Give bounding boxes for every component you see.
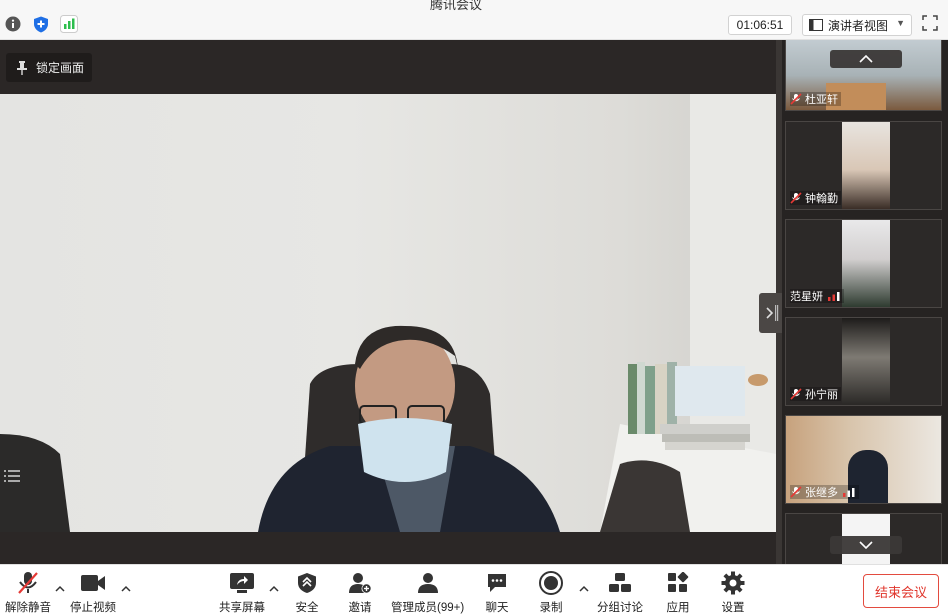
- participant-name-tag: 杜亚轩: [790, 92, 841, 106]
- shield-icon[interactable]: [32, 15, 50, 33]
- manage-members-button[interactable]: 管理成员(99+): [391, 571, 464, 615]
- meeting-timer: 01:06:51: [728, 15, 792, 35]
- window-title: 腾讯会议: [430, 0, 483, 12]
- audio-level-icon: [828, 292, 840, 301]
- participant-name: 范星妍: [790, 291, 823, 303]
- lock-view-label: 锁定画面: [36, 61, 85, 75]
- share-options-chevron-icon[interactable]: [269, 585, 279, 593]
- view-mode-dropdown[interactable]: 演讲者视图 ▼: [802, 14, 912, 36]
- stop-video-button[interactable]: 停止视频: [70, 571, 116, 615]
- unmute-label: 解除静音: [5, 602, 51, 614]
- participant-tile[interactable]: 钟翰勤: [785, 121, 942, 210]
- chevron-up-icon: [859, 55, 873, 63]
- participant-tile[interactable]: 范星妍: [785, 219, 942, 308]
- participant-name-tag: 孙宁丽: [790, 387, 841, 401]
- chevron-right-icon: [766, 305, 779, 321]
- apps-button[interactable]: 应用: [665, 571, 691, 615]
- chevron-down-icon: [859, 541, 873, 549]
- video-options-chevron-icon[interactable]: [121, 585, 131, 593]
- settings-button[interactable]: 设置: [720, 571, 746, 615]
- video-camera-icon: [81, 575, 105, 591]
- mic-muted-icon: [790, 388, 802, 400]
- mic-muted-icon: [790, 486, 802, 498]
- info-icon[interactable]: [4, 15, 22, 33]
- lock-view-button[interactable]: 锁定画面: [6, 53, 92, 82]
- signal-icon[interactable]: [60, 15, 78, 33]
- record-label: 录制: [539, 602, 563, 614]
- participant-tile[interactable]: 孙宁丽: [785, 317, 942, 406]
- breakout-label: 分组讨论: [597, 602, 643, 614]
- record-button[interactable]: 录制: [538, 571, 564, 615]
- record-icon: [539, 571, 563, 595]
- collapse-panel-button[interactable]: [759, 293, 783, 333]
- participant-name-tag: 张继多: [790, 485, 859, 499]
- mic-muted-icon: [790, 93, 802, 105]
- scroll-down-button[interactable]: [830, 536, 902, 554]
- list-menu-icon[interactable]: [4, 468, 22, 484]
- record-options-chevron-icon[interactable]: [579, 585, 589, 593]
- participant-name: 张继多: [805, 487, 838, 499]
- apps-grid-icon: [668, 572, 689, 592]
- add-user-icon: [349, 573, 372, 594]
- mic-muted-icon: [790, 192, 802, 204]
- security-label: 安全: [295, 602, 319, 614]
- participant-name: 钟翰勤: [805, 193, 838, 205]
- members-icon: [417, 573, 438, 593]
- participant-name: 孙宁丽: [805, 389, 838, 401]
- unmute-button[interactable]: 解除静音: [5, 571, 51, 615]
- layout-icon: [809, 19, 823, 31]
- invite-label: 邀请: [348, 602, 372, 614]
- gear-icon: [721, 571, 745, 595]
- pin-icon: [17, 60, 27, 75]
- participant-gallery: 杜亚轩 钟翰勤 范星妍 孙宁丽 张继多: [782, 40, 948, 564]
- chat-label: 聊天: [485, 602, 509, 614]
- security-shield-icon: [298, 573, 316, 593]
- share-screen-button[interactable]: 共享屏幕: [219, 571, 265, 615]
- speaker-video-frame: [0, 94, 776, 532]
- top-bar: 腾讯会议 01:06:51 演讲者视图 ▼: [0, 0, 948, 40]
- chevron-down-icon: ▼: [896, 18, 905, 28]
- mic-muted-icon: [18, 572, 38, 594]
- fullscreen-icon[interactable]: [922, 15, 940, 33]
- stop-video-label: 停止视频: [70, 602, 116, 614]
- participant-tile[interactable]: 张继多: [785, 415, 942, 504]
- participant-name-tag: 钟翰勤: [790, 191, 841, 205]
- share-screen-label: 共享屏幕: [219, 602, 265, 614]
- apps-label: 应用: [666, 602, 690, 614]
- participant-name: 杜亚轩: [805, 94, 838, 106]
- view-mode-label: 演讲者视图: [828, 18, 889, 33]
- meeting-toolbar: 解除静音 停止视频 共享屏幕 安全 邀请 管理成员(99+) 聊天 录制 分组讨…: [0, 564, 948, 616]
- participant-name-tag: 范星妍: [790, 289, 844, 303]
- chat-button[interactable]: 聊天: [484, 571, 510, 615]
- share-screen-icon: [230, 573, 254, 593]
- chat-icon: [488, 574, 506, 592]
- manage-members-label: 管理成员(99+): [391, 602, 465, 614]
- settings-label: 设置: [721, 602, 745, 614]
- speaker-video: [0, 94, 776, 532]
- invite-button[interactable]: 邀请: [347, 571, 373, 615]
- breakout-icon: [609, 573, 631, 592]
- main-video-area: 锁定画面: [0, 40, 776, 564]
- audio-level-icon: [843, 488, 855, 497]
- end-meeting-button[interactable]: 结束会议: [863, 574, 939, 608]
- security-button[interactable]: 安全: [294, 571, 320, 615]
- scroll-up-button[interactable]: [830, 50, 902, 68]
- breakout-rooms-button[interactable]: 分组讨论: [597, 571, 643, 615]
- mic-options-chevron-icon[interactable]: [55, 585, 65, 593]
